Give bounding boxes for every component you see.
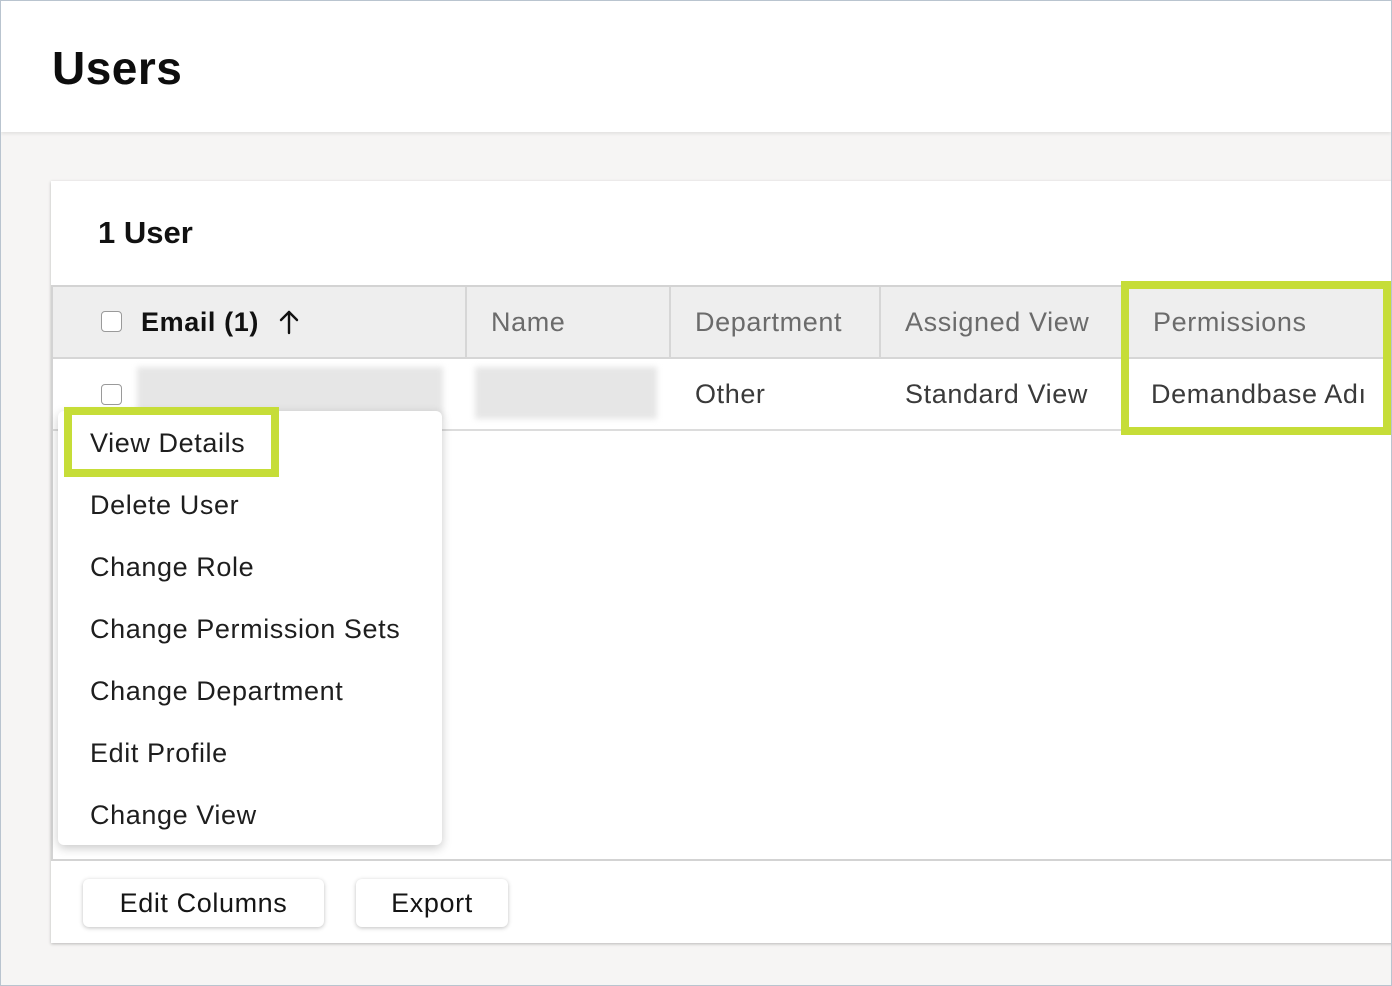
menu-item-change-department[interactable]: Change Department xyxy=(90,671,343,711)
menu-item-edit-profile[interactable]: Edit Profile xyxy=(90,733,228,773)
arrow-up-icon[interactable] xyxy=(277,308,301,336)
cell-department: Other xyxy=(695,379,766,409)
app-frame: Users 1 User Email (1) Name Department A… xyxy=(0,0,1392,986)
menu-item-change-role[interactable]: Change Role xyxy=(90,547,254,587)
menu-item-change-permission-sets[interactable]: Change Permission Sets xyxy=(90,609,400,649)
user-count-title: 1 User xyxy=(98,215,193,250)
cell-assigned-view: Standard View xyxy=(905,379,1088,409)
column-header-email[interactable]: Email (1) xyxy=(53,287,467,357)
column-header-department[interactable]: Department xyxy=(669,287,881,357)
cell-permissions: Demandbase Adı xyxy=(1151,379,1367,409)
menu-item-change-view[interactable]: Change View xyxy=(90,795,257,835)
table-header: Email (1) Name Department Assigned View … xyxy=(53,287,1391,359)
menu-item-view-details[interactable]: View Details xyxy=(90,423,245,463)
column-header-name[interactable]: Name xyxy=(465,287,671,357)
export-button[interactable]: Export xyxy=(356,879,508,927)
column-header-permissions[interactable]: Permissions xyxy=(1122,287,1391,357)
column-header-assigned-view[interactable]: Assigned View xyxy=(879,287,1124,357)
page-header: Users xyxy=(1,1,1391,132)
menu-item-delete-user[interactable]: Delete User xyxy=(90,485,239,525)
edit-columns-button[interactable]: Edit Columns xyxy=(83,879,324,927)
row-actions-menu: View Details Delete User Change Role Cha… xyxy=(58,411,442,845)
row-checkbox[interactable] xyxy=(101,384,122,405)
select-all-checkbox[interactable] xyxy=(101,311,122,332)
column-header-email-label: Email (1) xyxy=(141,307,259,337)
page-title: Users xyxy=(52,42,183,94)
redacted-name xyxy=(475,367,657,419)
